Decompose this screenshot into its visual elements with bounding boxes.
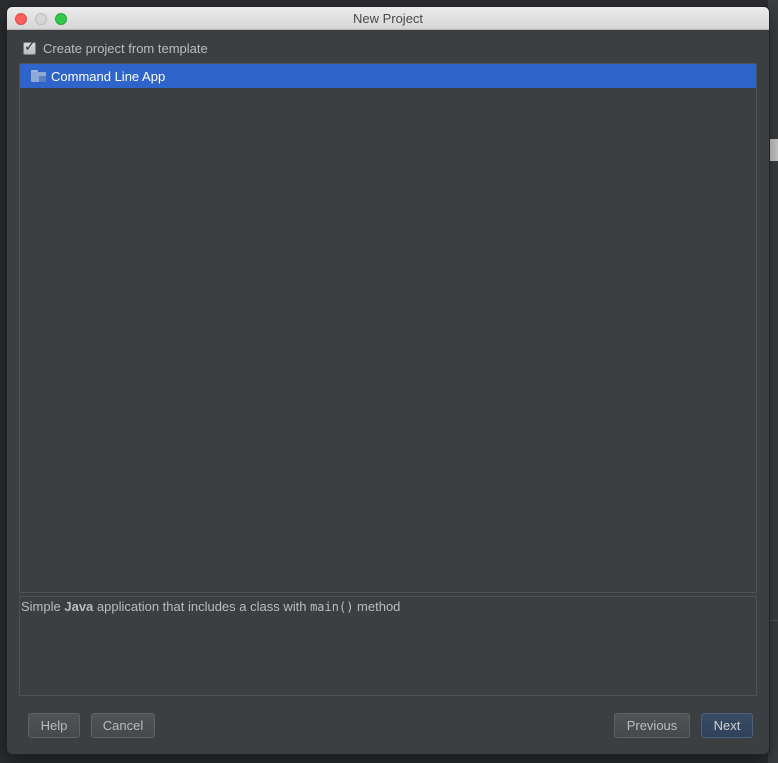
template-list[interactable]: Command Line App	[19, 63, 757, 593]
window-title: New Project	[352, 11, 424, 26]
folder-icon	[31, 69, 47, 83]
checkmark-icon: ✓	[24, 38, 36, 55]
list-item[interactable]: Command Line App	[20, 64, 756, 88]
background-divider	[768, 620, 778, 621]
create-from-template-option[interactable]: ✓ Create project from template	[23, 38, 208, 56]
background-panel	[769, 139, 778, 161]
method-name: main()	[310, 600, 354, 614]
help-button[interactable]: Help	[28, 713, 80, 738]
create-from-template-label[interactable]: Create project from template	[43, 41, 208, 56]
cancel-button[interactable]: Cancel	[91, 713, 155, 738]
template-label: Command Line App	[51, 68, 166, 84]
language-name: Java	[64, 599, 94, 614]
new-project-dialog: New Project ✓ Create project from templa…	[7, 7, 769, 754]
template-description: Simple Java application that includes a …	[19, 596, 757, 696]
background-window	[768, 0, 778, 763]
previous-button[interactable]: Previous	[614, 713, 690, 738]
title-bar[interactable]: New Project	[7, 7, 769, 30]
next-button[interactable]: Next	[701, 713, 753, 738]
create-from-template-checkbox[interactable]: ✓	[23, 38, 36, 55]
